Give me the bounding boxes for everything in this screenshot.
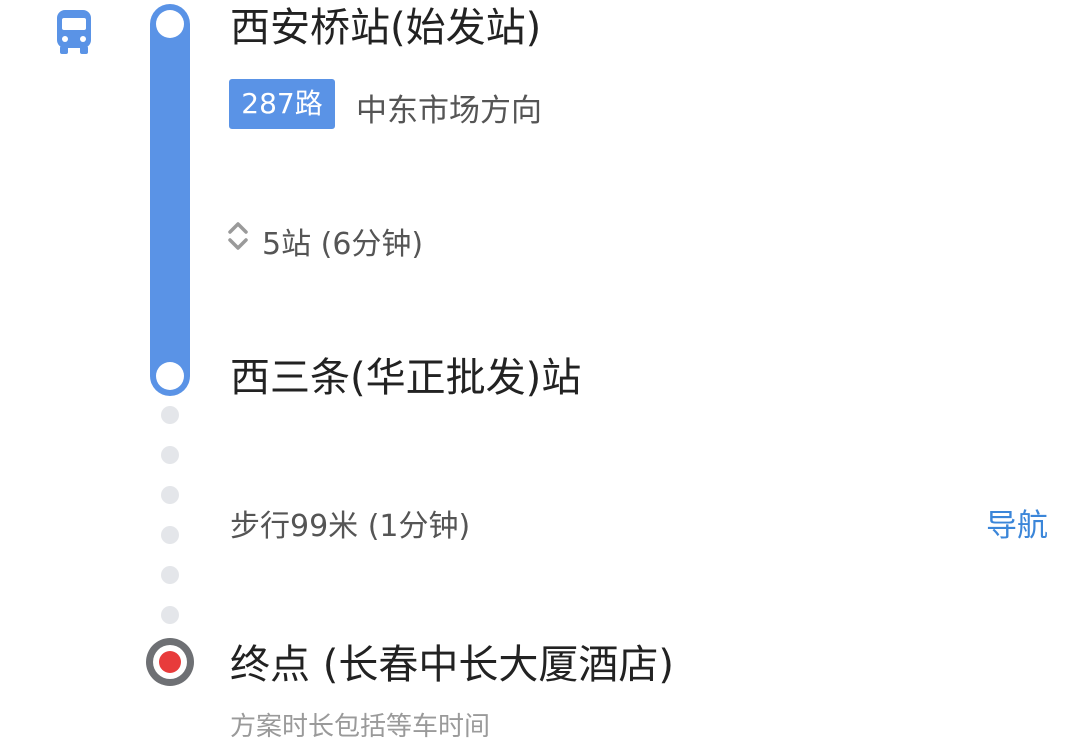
stops-count-toggle[interactable]: 5站 (6分钟) [262,219,423,263]
bus-line-badge[interactable]: 287路 [229,79,335,129]
bus-icon [52,8,96,56]
walk-segment-info: 步行99米 (1分钟) [230,509,471,544]
end-station-name: 西三条(华正批发)站 [230,355,582,401]
walk-path-dot [161,486,179,504]
walk-path-dot [161,566,179,584]
chevron-up-down-icon[interactable] [226,216,250,256]
navigate-button[interactable]: 导航 [986,500,1048,545]
walk-path-dot [161,526,179,544]
duration-footnote: 方案时长包括等车时间 [230,712,491,742]
walk-path-dot [161,606,179,624]
start-station-name: 西安桥站(始发站) [230,5,542,51]
walk-path-dot [161,446,179,464]
walk-path-dot [161,406,179,424]
transit-route-line [150,4,190,396]
line-direction: 中东市场方向 [356,93,542,129]
destination-marker-icon [146,638,194,686]
end-stop-marker [156,362,184,390]
destination-name: 终点 (长春中长大厦酒店) [230,642,674,688]
start-stop-marker [156,10,184,38]
